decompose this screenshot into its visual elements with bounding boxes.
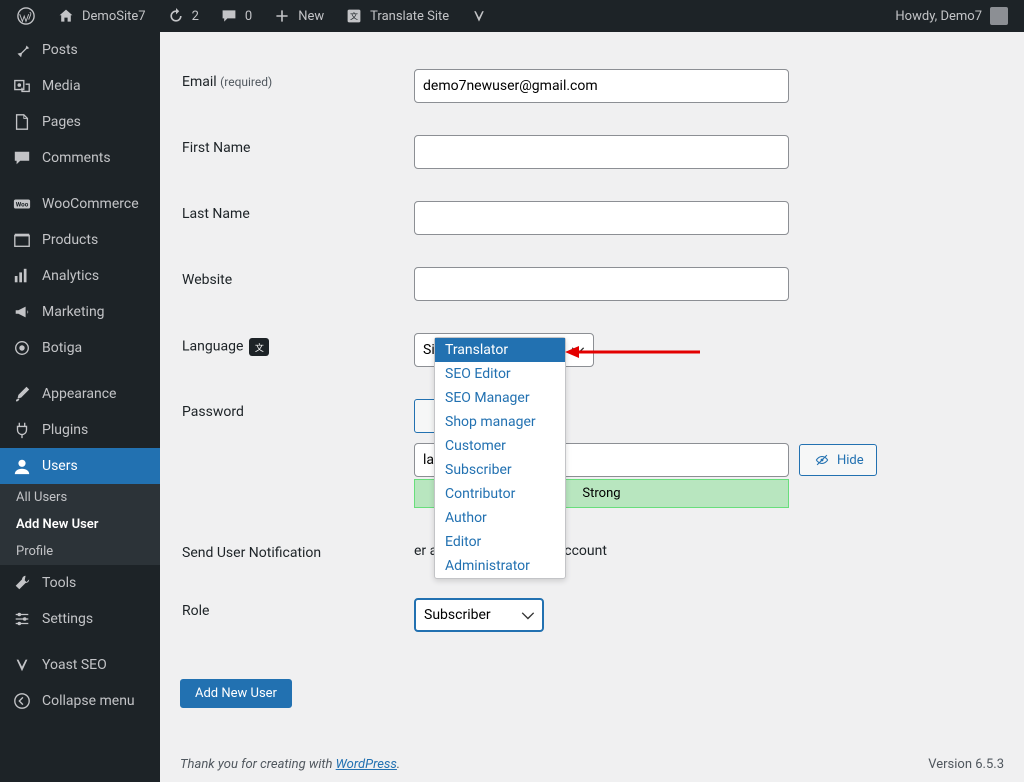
avatar[interactable] — [990, 7, 1008, 25]
menu-comments[interactable]: Comments — [0, 140, 160, 176]
language-label: Language — [182, 339, 243, 355]
menu-settings[interactable]: Settings — [0, 601, 160, 637]
archive-icon — [12, 230, 32, 250]
svg-text:文: 文 — [350, 11, 358, 21]
first-name-field[interactable] — [414, 135, 789, 169]
yoast-indicator[interactable] — [461, 0, 497, 32]
wp-logo[interactable] — [8, 0, 44, 32]
submenu-all-users[interactable]: All Users — [0, 484, 160, 511]
menu-users[interactable]: Users — [0, 448, 160, 484]
menu-plugins[interactable]: Plugins — [0, 412, 160, 448]
menu-collapse[interactable]: Collapse menu — [0, 683, 160, 719]
chart-icon — [12, 266, 32, 286]
botiga-icon — [12, 338, 32, 358]
role-option-editor[interactable]: Editor — [435, 530, 565, 554]
website-label: Website — [182, 252, 402, 316]
translate-item[interactable]: 文 Translate Site — [336, 0, 457, 32]
role-option-seo-manager[interactable]: SEO Manager — [435, 386, 565, 410]
refresh-item[interactable]: 2 — [158, 0, 207, 32]
menu-posts[interactable]: Posts — [0, 32, 160, 68]
menu-tools[interactable]: Tools — [0, 565, 160, 601]
menu-analytics[interactable]: Analytics — [0, 258, 160, 294]
yoast-icon — [12, 655, 32, 675]
footer-version: Version 6.5.3 — [928, 757, 1004, 772]
menu-botiga[interactable]: Botiga — [0, 330, 160, 366]
site-name: DemoSite7 — [82, 9, 146, 24]
password-label: Password — [182, 384, 402, 523]
page-icon — [12, 112, 32, 132]
home-icon — [56, 6, 76, 26]
plug-icon — [12, 420, 32, 440]
site-name-link[interactable]: DemoSite7 — [48, 0, 154, 32]
submenu-profile[interactable]: Profile — [0, 538, 160, 565]
comment-icon — [219, 6, 239, 26]
menu-appearance[interactable]: Appearance — [0, 376, 160, 412]
send-notif-label: Send User Notification — [182, 525, 402, 581]
hide-password-button[interactable]: Hide — [799, 444, 877, 476]
menu-media[interactable]: Media — [0, 68, 160, 104]
email-field[interactable] — [414, 69, 789, 103]
new-label: New — [298, 9, 324, 24]
email-label: Email — [182, 74, 217, 90]
submenu-add-new-user[interactable]: Add New User — [0, 511, 160, 538]
last-name-label: Last Name — [182, 186, 402, 250]
role-option-author[interactable]: Author — [435, 506, 565, 530]
footer-thanks-post: . — [397, 757, 400, 772]
wrench-icon — [12, 573, 32, 593]
add-new-user-button[interactable]: Add New User — [180, 679, 292, 708]
role-option-seo-editor[interactable]: SEO Editor — [435, 362, 565, 386]
users-submenu: All Users Add New User Profile — [0, 484, 160, 565]
media-icon — [12, 76, 32, 96]
brush-icon — [12, 384, 32, 404]
menu-products[interactable]: Products — [0, 222, 160, 258]
translate-label: Translate Site — [370, 9, 449, 24]
main-content: Email (required) First Name Last Name We… — [160, 32, 1024, 782]
comments-item[interactable]: 0 — [211, 0, 260, 32]
role-option-contributor[interactable]: Contributor — [435, 482, 565, 506]
role-option-customer[interactable]: Customer — [435, 434, 565, 458]
comment-icon — [12, 148, 32, 168]
role-dropdown-popup: Translator SEO Editor SEO Manager Shop m… — [434, 337, 566, 579]
wordpress-icon — [16, 6, 36, 26]
menu-marketing[interactable]: Marketing — [0, 294, 160, 330]
eye-slash-icon — [812, 450, 832, 470]
first-name-label: First Name — [182, 120, 402, 184]
translate-icon: 文 — [344, 6, 364, 26]
website-field[interactable] — [414, 267, 789, 301]
plus-icon — [272, 6, 292, 26]
admin-footer: Thank you for creating with WordPress. V… — [180, 757, 1004, 772]
howdy-text[interactable]: Howdy, Demo7 — [895, 9, 982, 24]
annotation-arrow — [565, 342, 705, 362]
svg-text:Woo: Woo — [16, 201, 29, 209]
last-name-field[interactable] — [414, 201, 789, 235]
comments-count: 0 — [245, 9, 252, 24]
role-label: Role — [182, 583, 402, 647]
refresh-count: 2 — [192, 9, 199, 24]
sliders-icon — [12, 609, 32, 629]
admin-sidebar: Posts Media Pages Comments WooWooCommerc… — [0, 32, 160, 782]
collapse-icon — [12, 691, 32, 711]
woo-icon: Woo — [12, 194, 32, 214]
megaphone-icon — [12, 302, 32, 322]
required-hint: (required) — [220, 75, 272, 89]
menu-woocommerce[interactable]: WooWooCommerce — [0, 186, 160, 222]
role-option-shop-manager[interactable]: Shop manager — [435, 410, 565, 434]
translate-icon: 文 — [249, 338, 269, 356]
role-option-administrator[interactable]: Administrator — [435, 554, 565, 578]
admin-bar: DemoSite7 2 0 New 文 Translate Site Howdy… — [0, 0, 1024, 32]
yoast-icon — [469, 6, 489, 26]
role-option-subscriber[interactable]: Subscriber — [435, 458, 565, 482]
refresh-icon — [166, 6, 186, 26]
footer-thanks-pre: Thank you for creating with — [180, 757, 336, 772]
menu-yoast[interactable]: Yoast SEO — [0, 647, 160, 683]
footer-wp-link[interactable]: WordPress — [336, 757, 397, 772]
role-select[interactable]: Subscriber — [414, 598, 544, 632]
new-item[interactable]: New — [264, 0, 332, 32]
menu-pages[interactable]: Pages — [0, 104, 160, 140]
pin-icon — [12, 40, 32, 60]
user-icon — [12, 456, 32, 476]
role-option-translator[interactable]: Translator — [435, 338, 565, 362]
